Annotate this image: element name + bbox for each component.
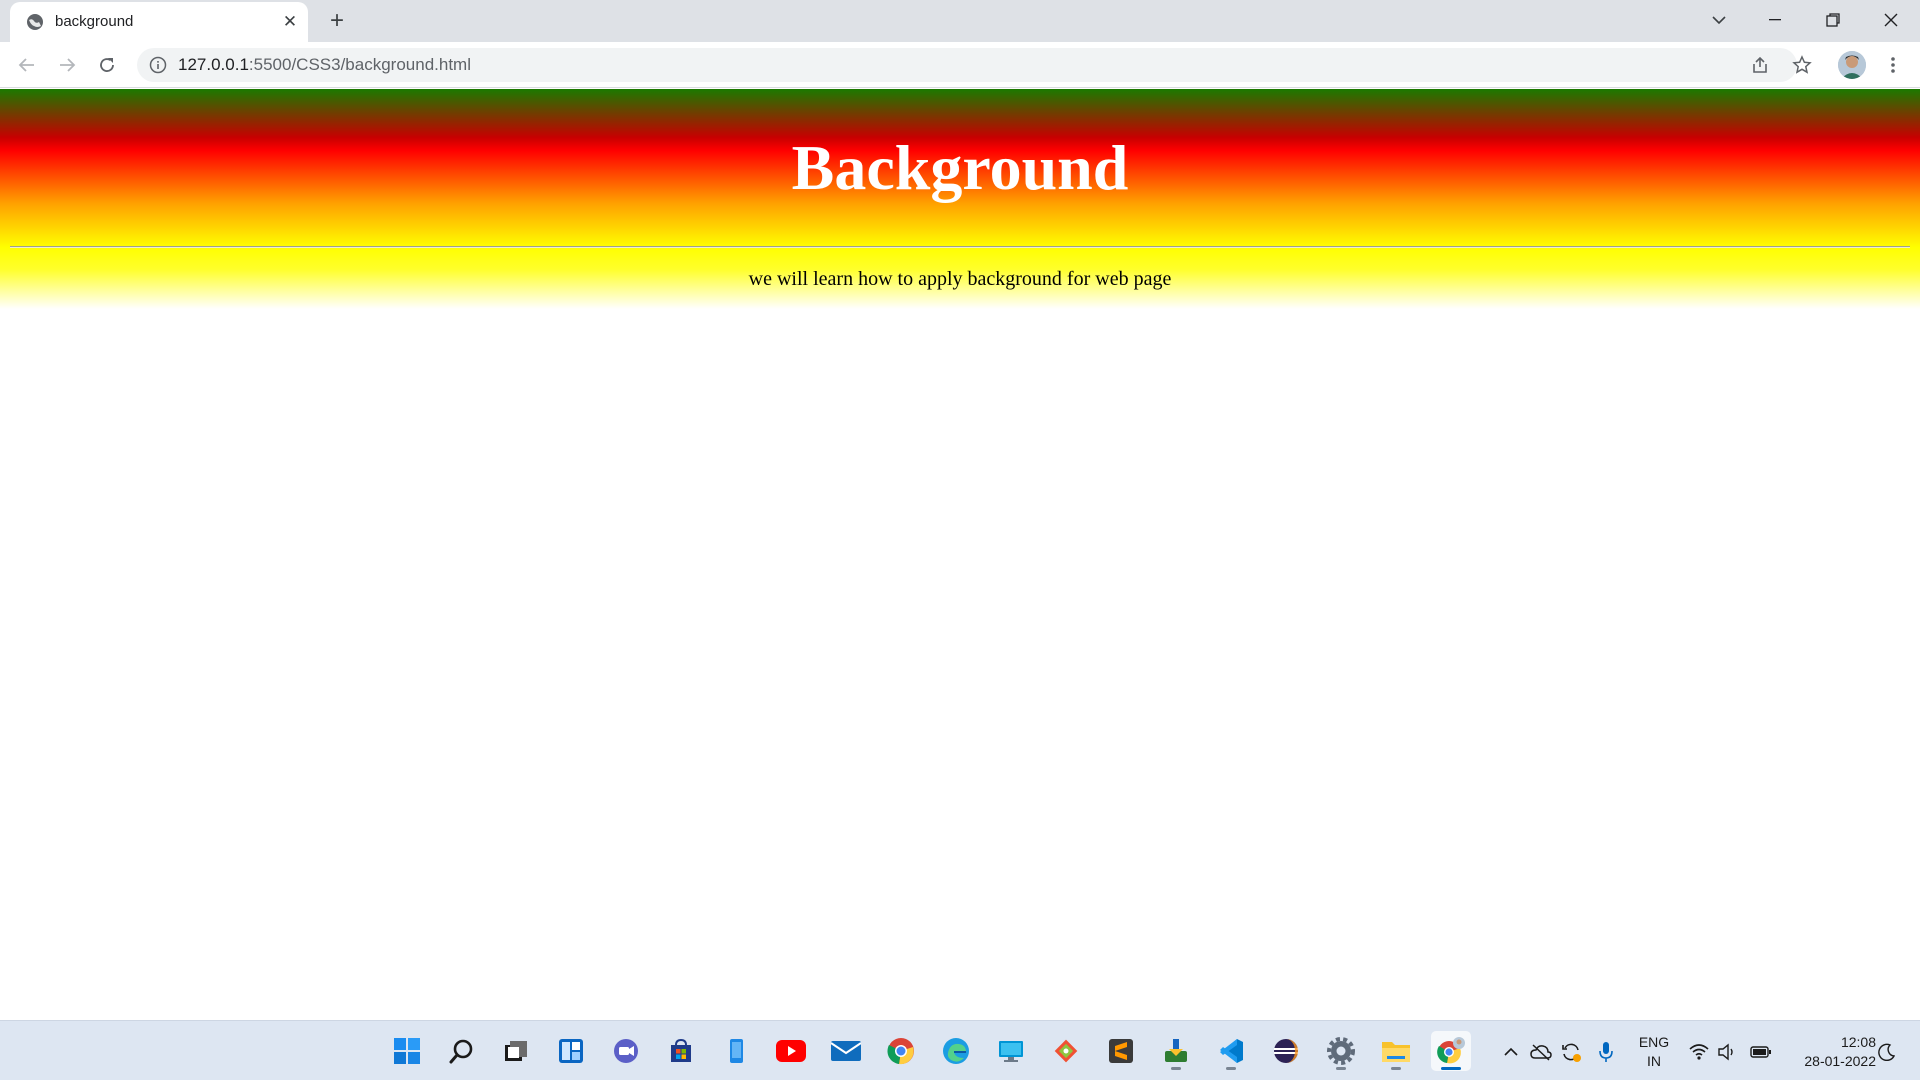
forward-button[interactable] (52, 50, 82, 80)
file-explorer-icon[interactable] (1376, 1031, 1416, 1071)
profile-avatar[interactable] (1838, 51, 1866, 79)
reload-button[interactable] (92, 50, 122, 80)
tab-search-chevron-icon[interactable] (1696, 5, 1742, 35)
minimize-button[interactable] (1752, 5, 1798, 35)
sync-icon[interactable] (1560, 1041, 1582, 1063)
start-icon[interactable] (387, 1031, 427, 1071)
installer-icon[interactable] (1156, 1031, 1196, 1071)
running-indicator (1171, 1067, 1181, 1070)
page-heading: Background (791, 132, 1129, 203)
store-icon[interactable] (661, 1031, 701, 1071)
language-indicator[interactable]: ENG IN (1636, 1033, 1672, 1071)
wifi-icon[interactable] (1688, 1041, 1710, 1063)
bookmark-star-icon[interactable] (1787, 50, 1817, 80)
chrome-menu-icon[interactable] (1878, 50, 1908, 80)
chrome-profile-icon[interactable] (1431, 1031, 1471, 1071)
url-host: 127.0.0.1 (178, 55, 249, 74)
battery-icon[interactable] (1750, 1041, 1772, 1063)
address-url[interactable]: 127.0.0.1:5500/CSS3/background.html (178, 56, 471, 74)
tab-strip: background ✕ + (0, 0, 1920, 42)
focus-assist-moon-icon[interactable] (1876, 1041, 1898, 1063)
horizontal-rule (10, 246, 1910, 248)
language-line-2: IN (1647, 1053, 1661, 1069)
restore-button[interactable] (1810, 5, 1856, 35)
running-indicator (1391, 1067, 1401, 1070)
running-indicator (1226, 1067, 1236, 1070)
clock-time: 12:08 (1840, 1034, 1876, 1050)
tab-background[interactable]: background ✕ (10, 2, 308, 42)
running-indicator (1336, 1067, 1346, 1070)
remote-desktop-icon[interactable] (991, 1031, 1031, 1071)
search-icon[interactable] (442, 1031, 482, 1071)
onedrive-offline-icon[interactable] (1530, 1041, 1552, 1063)
tab-close-icon[interactable]: ✕ (280, 12, 300, 32)
web-page: Background we will learn how to apply ba… (0, 89, 1920, 1020)
microphone-icon[interactable] (1595, 1041, 1617, 1063)
site-info-icon[interactable] (149, 56, 167, 74)
show-hidden-icons-chevron-icon[interactable] (1500, 1041, 1522, 1063)
sublime-text-icon[interactable] (1101, 1031, 1141, 1071)
new-tab-button[interactable]: + (323, 7, 351, 35)
browser-toolbar: 127.0.0.1:5500/CSS3/background.html (0, 42, 1920, 88)
vscode-icon[interactable] (1211, 1031, 1251, 1071)
close-window-button[interactable] (1868, 5, 1914, 35)
clock-date: 28-01-2022 (1804, 1053, 1876, 1069)
volume-icon[interactable] (1716, 1041, 1738, 1063)
widgets-icon[interactable] (551, 1031, 591, 1071)
eclipse-icon[interactable] (1266, 1031, 1306, 1071)
language-line-1: ENG (1638, 1034, 1670, 1050)
phone-link-icon[interactable] (716, 1031, 756, 1071)
system-clock[interactable]: 12:08 28-01-2022 (1780, 1033, 1876, 1071)
running-indicator (1441, 1067, 1461, 1070)
edge-icon[interactable] (936, 1031, 976, 1071)
back-button[interactable] (12, 50, 42, 80)
tab-title: background (55, 13, 134, 30)
task-view-icon[interactable] (496, 1031, 536, 1071)
chrome-icon[interactable] (881, 1031, 921, 1071)
windows-taskbar: ENG IN 12:08 28-01-2022 (0, 1020, 1920, 1080)
share-icon[interactable] (1750, 55, 1770, 75)
url-path: :5500/CSS3/background.html (248, 55, 471, 74)
globe-icon (26, 13, 44, 31)
mail-icon[interactable] (826, 1031, 866, 1071)
settings-icon[interactable] (1321, 1031, 1361, 1071)
address-bar[interactable]: 127.0.0.1:5500/CSS3/background.html (137, 48, 1797, 82)
git-icon[interactable] (1046, 1031, 1086, 1071)
chat-icon[interactable] (606, 1031, 646, 1071)
page-paragraph: we will learn how to apply background fo… (748, 268, 1172, 290)
youtube-icon[interactable] (771, 1031, 811, 1071)
